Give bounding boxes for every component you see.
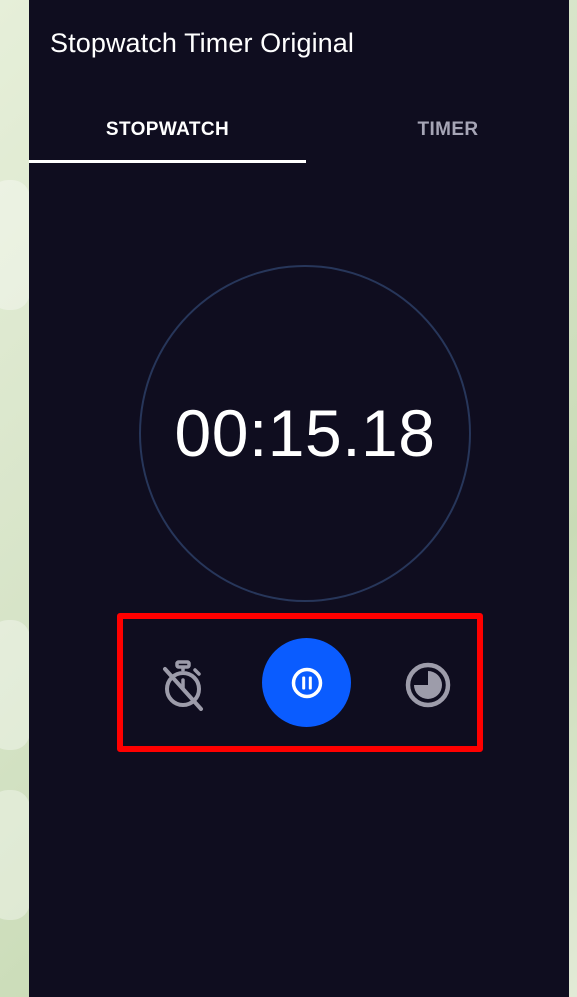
app-title: Stopwatch Timer Original	[50, 28, 355, 58]
timer-off-icon	[163, 660, 203, 711]
reset-button[interactable]	[155, 657, 211, 713]
background-card	[0, 180, 30, 310]
pause-icon	[291, 667, 322, 698]
pause-button[interactable]	[262, 638, 351, 727]
tab-indicator	[29, 160, 306, 163]
tab-bar: STOPWATCH TIMER	[29, 100, 569, 164]
tab-stopwatch[interactable]: STOPWATCH	[29, 100, 306, 160]
background-card	[0, 620, 30, 750]
app-screen: Stopwatch Timer Original STOPWATCH TIMER…	[29, 0, 569, 997]
tab-timer[interactable]: TIMER	[306, 100, 569, 160]
pie-chart-icon	[405, 662, 451, 708]
lap-button[interactable]	[398, 657, 458, 713]
background-card	[0, 790, 30, 920]
elapsed-time: 00:15.18	[174, 396, 436, 470]
